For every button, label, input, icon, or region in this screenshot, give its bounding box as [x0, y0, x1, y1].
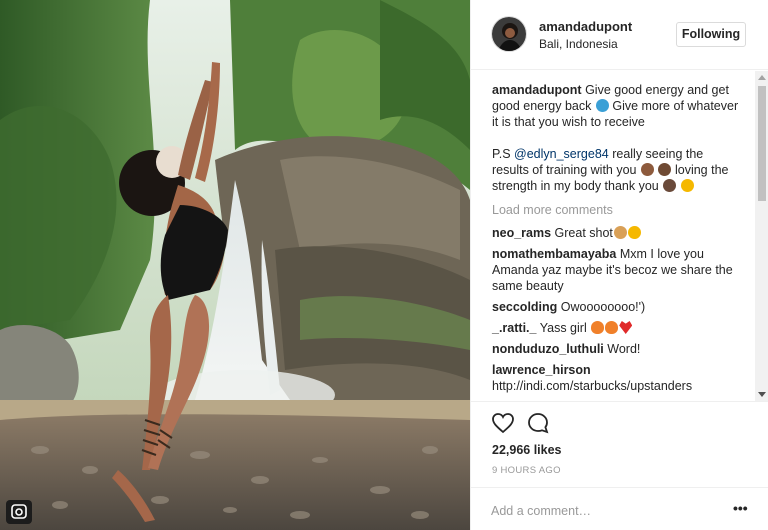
waterfall-photo	[0, 0, 470, 530]
add-comment-input[interactable]	[491, 502, 711, 520]
comment-item: _.ratti._ Yass girl	[492, 320, 740, 336]
comment-item: lawrence_hirson http://indi.com/starbuck…	[492, 362, 740, 394]
comment-text: Great shot	[554, 226, 613, 240]
post-header: amandadupont Bali, Indonesia Following	[471, 0, 768, 70]
post-caption: amandadupont Give good energy and get go…	[492, 82, 740, 130]
post-side-panel: amandadupont Bali, Indonesia Following a…	[470, 0, 768, 530]
caption-username[interactable]: amandadupont	[492, 83, 582, 97]
instagram-camera-icon	[6, 500, 32, 524]
post-caption-ps: P.S @edlyn_serge84 really seeing the res…	[492, 146, 740, 194]
header-location[interactable]: Bali, Indonesia	[539, 37, 618, 51]
comments-list[interactable]: amandadupont Give good energy and get go…	[471, 70, 757, 400]
comment-username[interactable]: seccolding	[492, 300, 557, 314]
post-actions: 22,966 likes 9 HOURS AGO •••	[471, 401, 768, 530]
comment-icon[interactable]	[527, 412, 549, 434]
more-options-button[interactable]: •••	[733, 501, 748, 515]
bowing-emoji-icon	[663, 179, 677, 192]
caption-mention-link[interactable]: @edlyn_serge84	[514, 147, 609, 161]
heart-eyes-emoji-icon	[680, 179, 694, 192]
comment-text: Yass girl	[539, 321, 587, 335]
red-heart-emoji-icon	[619, 321, 633, 334]
scroll-down-arrow-icon[interactable]	[758, 392, 766, 397]
comments-scrollbar[interactable]	[755, 71, 768, 401]
load-more-comments-link[interactable]: Load more comments	[492, 203, 757, 217]
avatar[interactable]	[491, 16, 527, 52]
ok-hand-emoji-icon	[613, 226, 627, 239]
add-comment-bar: •••	[471, 487, 768, 530]
comment-item: nomathembamayaba Mxm I love you Amanda y…	[492, 246, 740, 294]
heart-icon[interactable]	[491, 412, 515, 434]
fist-emoji-icon	[658, 163, 672, 176]
comment-link[interactable]: http://indi.com/starbucks/upstanders	[492, 379, 692, 393]
flexed-biceps-emoji-icon	[641, 163, 654, 176]
comment-username[interactable]: lawrence_hirson	[492, 363, 591, 377]
header-username[interactable]: amandadupont	[539, 19, 632, 34]
comment-username[interactable]: nonduduzo_luthuli	[492, 342, 604, 356]
comment-username[interactable]: _.ratti._	[492, 321, 536, 335]
heart-eyes-emoji-icon	[627, 226, 641, 239]
scroll-up-arrow-icon[interactable]	[758, 75, 766, 80]
comment-item: nonduduzo_luthuli Word!	[492, 341, 740, 357]
comment-text: Word!	[607, 342, 641, 356]
comment-username[interactable]: neo_rams	[492, 226, 551, 240]
post-timestamp[interactable]: 9 HOURS AGO	[492, 465, 561, 476]
water-emoji-icon	[595, 99, 609, 112]
likes-count[interactable]: 22,966 likes	[492, 443, 562, 457]
fire-emoji-icon	[591, 321, 605, 334]
caption-ps-prefix: P.S	[492, 147, 511, 161]
following-button[interactable]: Following	[676, 22, 746, 47]
comment-item: neo_rams Great shot	[492, 225, 740, 241]
fire-emoji-icon	[605, 321, 619, 334]
comment-username[interactable]: nomathembamayaba	[492, 247, 616, 261]
comment-text: Owoooooooo!')	[560, 300, 646, 314]
post-photo[interactable]	[0, 0, 470, 530]
scrollbar-thumb[interactable]	[758, 86, 766, 201]
comment-item: seccolding Owoooooooo!')	[492, 299, 740, 315]
